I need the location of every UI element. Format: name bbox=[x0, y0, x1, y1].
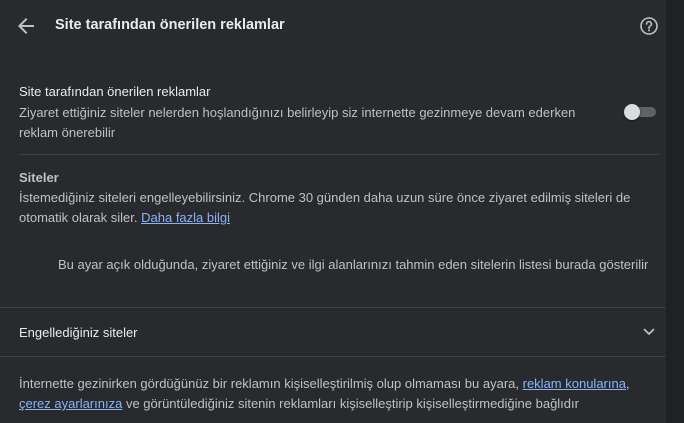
sites-description-text: İstemediğiniz siteleri engelleyebilirsin… bbox=[19, 190, 631, 225]
section-divider bbox=[19, 154, 659, 155]
setting-title: Site tarafından önerilen reklamlar bbox=[19, 84, 211, 99]
footer-description: İnternette gezinirken gördüğünüz bir rek… bbox=[19, 374, 659, 414]
blocked-sites-row[interactable]: Engellediğiniz siteler bbox=[0, 308, 666, 356]
learn-more-link[interactable]: Daha fazla bilgi bbox=[141, 210, 230, 225]
back-button[interactable] bbox=[14, 14, 38, 38]
help-button[interactable] bbox=[639, 16, 659, 36]
footer-text-part1: İnternette gezinirken gördüğünüz bir rek… bbox=[19, 376, 523, 391]
page-header: Site tarafından önerilen reklamlar bbox=[0, 0, 666, 52]
arrow-left-icon bbox=[18, 18, 34, 34]
chevron-down-icon bbox=[643, 328, 655, 335]
footer-text-part3: ve görüntülediğiniz sitenin reklamları k… bbox=[122, 396, 579, 411]
site-suggested-ads-toggle[interactable] bbox=[624, 104, 658, 120]
setting-description: Ziyaret ettiğiniz siteler nelerden hoşla… bbox=[19, 105, 576, 140]
settings-panel: Site tarafından önerilen reklamlar Site … bbox=[0, 0, 666, 423]
ad-topics-link[interactable]: reklam konularına bbox=[523, 376, 626, 391]
empty-sites-message: Bu ayar açık olduğunda, ziyaret ettiğini… bbox=[58, 257, 649, 272]
sites-heading: Siteler bbox=[19, 170, 59, 185]
section-divider-bottom bbox=[0, 356, 666, 357]
sites-description: İstemediğiniz siteleri engelleyebilirsin… bbox=[19, 188, 659, 228]
page-title: Site tarafından önerilen reklamlar bbox=[55, 17, 285, 33]
cookie-settings-link[interactable]: çerez ayarlarınıza bbox=[19, 396, 122, 411]
help-circle-icon bbox=[640, 17, 658, 35]
footer-text-part2: , bbox=[625, 376, 630, 391]
blocked-sites-label: Engellediğiniz siteler bbox=[19, 325, 138, 340]
toggle-knob bbox=[624, 104, 640, 120]
